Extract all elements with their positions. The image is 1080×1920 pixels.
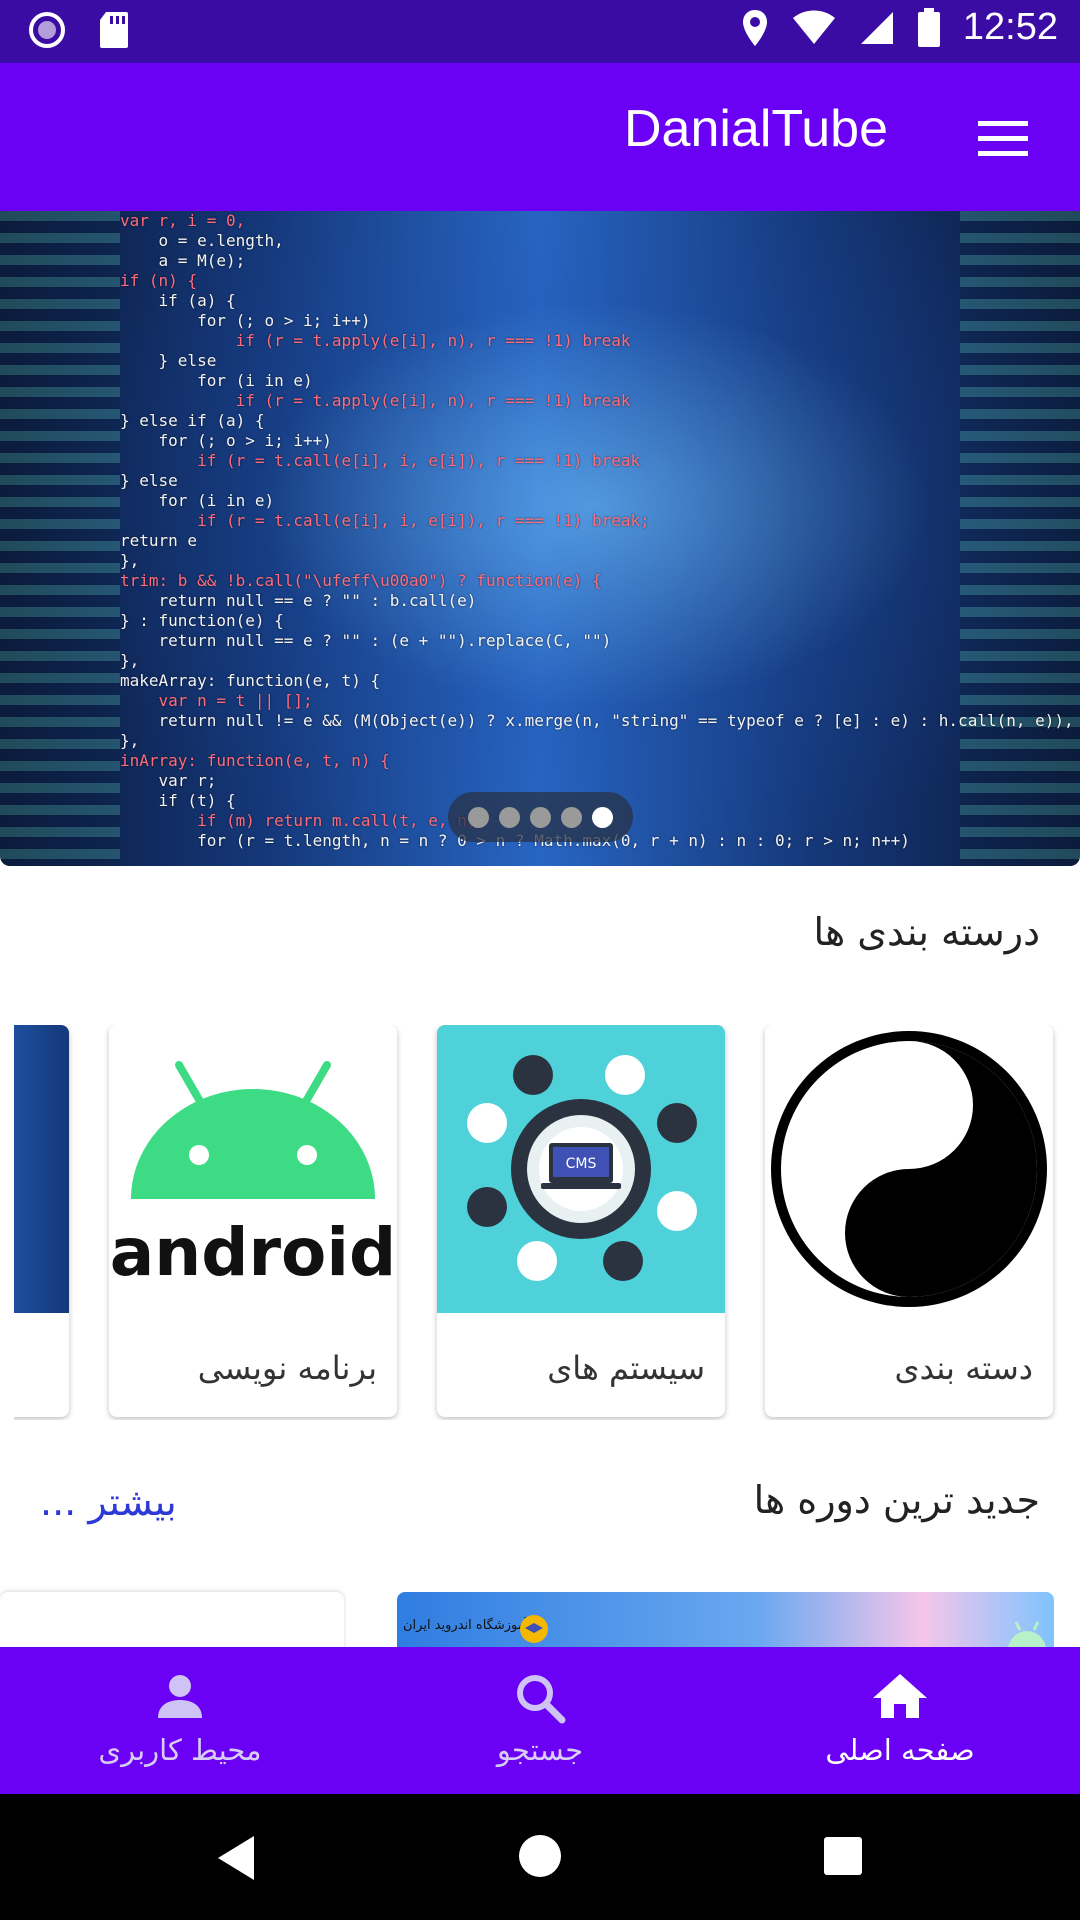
code-line: if (m) return m.call(t, e, n); [197, 811, 486, 830]
categories-title: درسته بندی ها [813, 910, 1040, 954]
course-card-caption: آموزشگاه اندروید ایران [403, 1618, 529, 1633]
back-triangle-icon[interactable] [214, 1834, 258, 1882]
category-card[interactable]: android برنامه نویسی [109, 1025, 397, 1417]
bottom-navigation: صفحه اصلی جستجو محیط کاربری [0, 1647, 1080, 1794]
code-line: if (a) { [158, 291, 236, 310]
category-card[interactable]: دسته بندی [765, 1025, 1053, 1417]
code-line: if (r = t.apply(e[i], n), r === !1) brea… [235, 331, 631, 350]
android-logo: android [109, 1025, 397, 1313]
category-label: دسته بندی [894, 1349, 1033, 1387]
course-card[interactable] [0, 1592, 344, 1652]
code-line: return e [120, 531, 198, 550]
code-line: o = e.length, [158, 231, 284, 250]
code-line: inArray: function(e, t, n) { [120, 751, 390, 770]
code-line: for (i in e) [158, 491, 275, 510]
code-line: } else if (a) { [120, 411, 265, 430]
home-circle-icon[interactable] [518, 1834, 562, 1878]
slider-dot[interactable] [468, 806, 489, 828]
cms-illustration: CMS [437, 1025, 725, 1313]
more-link[interactable]: بیشتر ... [40, 1480, 177, 1524]
code-line: }, [120, 551, 140, 570]
app-title: DanialTube [623, 100, 888, 158]
course-card[interactable]: آموزشگاه اندروید ایران [397, 1592, 1054, 1652]
nav-profile[interactable]: محیط کاربری [30, 1647, 330, 1794]
code-line: for (; o > i; i++) [158, 431, 332, 450]
sd-card-icon [100, 12, 128, 48]
nav-label: جستجو [496, 1733, 584, 1767]
user-icon [158, 1675, 202, 1718]
slider-dot[interactable] [592, 806, 613, 828]
code-line: for (; o > i; i++) [197, 311, 371, 330]
hamburger-menu-icon[interactable] [976, 117, 1032, 161]
code-line: var r, i = 0, [120, 211, 246, 230]
code-line: if (r = t.apply(e[i], n), r === !1) brea… [235, 391, 631, 410]
slider-indicator [448, 792, 633, 842]
signal-icon [860, 11, 893, 44]
category-label: سیستم های [547, 1349, 705, 1387]
code-line: trim: b && !b.call("\ufeff\u00a0") ? fun… [120, 571, 602, 590]
code-line: }, [120, 651, 140, 670]
courses-title: جدید ترین دوره ها [753, 1478, 1040, 1522]
yin-yang-icon [765, 1025, 1053, 1313]
android-wordmark: android [110, 1214, 397, 1291]
categories-carousel[interactable]: دسته بندی CMS سیستم های android برنامه ن… [14, 1025, 1080, 1420]
code-line: var r; [158, 771, 217, 790]
server-rack-left [0, 211, 120, 866]
banner-code-text: var r, i = 0, o = e.length, a = M(e); if… [120, 211, 1080, 851]
code-line: return null == e ? "" : (e + "").replace… [158, 631, 612, 650]
slider-dot[interactable] [561, 806, 582, 828]
search-icon [517, 1675, 566, 1724]
server-room-thumbnail [14, 1025, 69, 1313]
nav-home[interactable]: صفحه اصلی [720, 1647, 1080, 1794]
clock: 12:52 [962, 6, 1058, 48]
record-icon [29, 12, 65, 48]
code-line: if (r = t.call(e[i], i, e[i]), r === !1)… [197, 511, 650, 530]
code-line: return null == e ? "" : b.call(e) [158, 591, 477, 610]
code-line: if (r = t.call(e[i], i, e[i]), r === !1)… [197, 451, 641, 470]
code-line: makeArray: function(e, t) { [120, 671, 381, 690]
code-line: return null != e && (M(Object(e)) ? x.me… [158, 711, 1074, 730]
nav-label: صفحه اصلی [825, 1733, 975, 1767]
code-line: if (t) { [158, 791, 236, 810]
android-head-icon [1008, 1621, 1046, 1650]
code-line: }, [120, 731, 140, 750]
nav-search[interactable]: جستجو [390, 1647, 690, 1794]
code-line: if (n) { [120, 271, 198, 290]
slider-dot[interactable] [499, 806, 520, 828]
academy-logo-icon [520, 1615, 548, 1643]
nav-label: محیط کاربری [98, 1733, 262, 1767]
code-line: } : function(e) { [120, 611, 284, 630]
svg-text:CMS: CMS [566, 1156, 597, 1172]
system-navigation-bar [0, 1794, 1080, 1920]
code-line: } else [120, 471, 178, 490]
slider-dot[interactable] [530, 806, 551, 828]
status-bar: 12:52 [0, 0, 1080, 63]
code-line: } else [158, 351, 217, 370]
home-icon [873, 1674, 927, 1718]
wifi-icon [792, 10, 835, 44]
app-bar: DanialTube [0, 63, 1080, 211]
category-card[interactable]: CMS سیستم های [437, 1025, 725, 1417]
code-line: a = M(e); [158, 251, 246, 270]
battery-icon [917, 7, 940, 47]
code-line: for (i in e) [197, 371, 313, 390]
banner-slider[interactable]: var r, i = 0, o = e.length, a = M(e); if… [0, 211, 1080, 866]
recents-square-icon[interactable] [823, 1836, 863, 1876]
code-line: var n = t || []; [158, 691, 313, 710]
category-card[interactable] [14, 1025, 69, 1417]
location-icon [742, 9, 767, 46]
category-label: برنامه نویسی [197, 1349, 377, 1387]
